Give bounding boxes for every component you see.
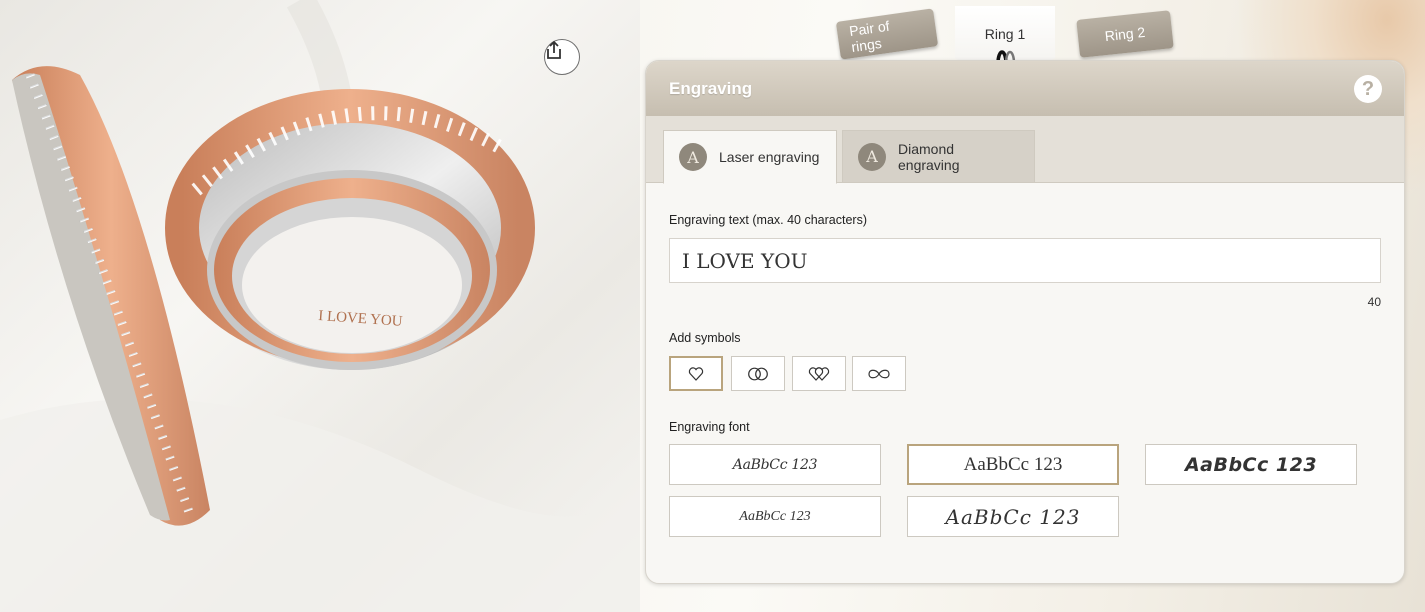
symbol-rings-button[interactable]	[731, 356, 785, 391]
infinity-icon	[868, 369, 890, 378]
product-scene: I LOVE YOU	[0, 0, 640, 612]
panel-title: Engraving	[669, 78, 753, 98]
tab-ring-2-label: Ring 2	[1104, 23, 1146, 45]
letter-a-icon: A	[858, 142, 886, 171]
letter-a-icon: A	[679, 143, 707, 171]
engraving-text-label: Engraving text (max. 40 characters)	[669, 213, 867, 227]
font-option-calligraphic[interactable]: AaBbCc 123	[907, 496, 1119, 537]
engraving-font-label: Engraving font	[669, 420, 750, 434]
share-icon	[547, 40, 561, 59]
tab-laser-engraving-label: Laser engraving	[719, 149, 820, 165]
tab-diamond-engraving-label: Diamond engraving	[898, 140, 960, 173]
double-heart-icon	[808, 366, 830, 381]
symbol-heart-button[interactable]	[669, 356, 723, 391]
tab-pair-label: Pair of rings	[848, 17, 891, 55]
symbol-double-heart-button[interactable]	[792, 356, 846, 391]
add-symbols-label: Add symbols	[669, 331, 741, 345]
interlocked-rings-icon	[748, 367, 768, 380]
panel-header: Engraving ?	[646, 61, 1404, 116]
heart-icon	[688, 366, 704, 381]
engraving-text-input[interactable]	[669, 238, 1381, 283]
ring-right: I LOVE YOU	[165, 89, 535, 370]
rings-illustration: I LOVE YOU	[0, 0, 640, 612]
character-counter: 40	[1367, 295, 1381, 309]
tab-laser-engraving[interactable]: A Laser engraving	[663, 130, 837, 184]
symbol-infinity-button[interactable]	[852, 356, 906, 391]
font-option-handwriting[interactable]: AaBbCc 123	[669, 496, 881, 537]
help-button[interactable]: ?	[1354, 75, 1382, 103]
share-button[interactable]	[544, 39, 580, 75]
engraving-panel: Engraving ? A Laser engraving A Diamond …	[645, 60, 1405, 584]
tab-diamond-engraving[interactable]: A Diamond engraving	[842, 130, 1035, 183]
engraving-mode-tabs: A Laser engraving A Diamond engraving	[646, 116, 1404, 184]
font-option-decorative[interactable]: AaBbCc 123	[1145, 444, 1357, 485]
help-icon: ?	[1361, 77, 1375, 100]
tab-ring-1-label: Ring 1	[984, 26, 1026, 42]
tab-pair-of-rings[interactable]: Pair of rings	[835, 8, 939, 60]
font-option-script[interactable]: AaBbCc 123	[669, 444, 881, 485]
font-option-serif[interactable]: AaBbCc 123	[907, 444, 1119, 485]
tab-ring-2[interactable]: Ring 2	[1076, 10, 1174, 58]
